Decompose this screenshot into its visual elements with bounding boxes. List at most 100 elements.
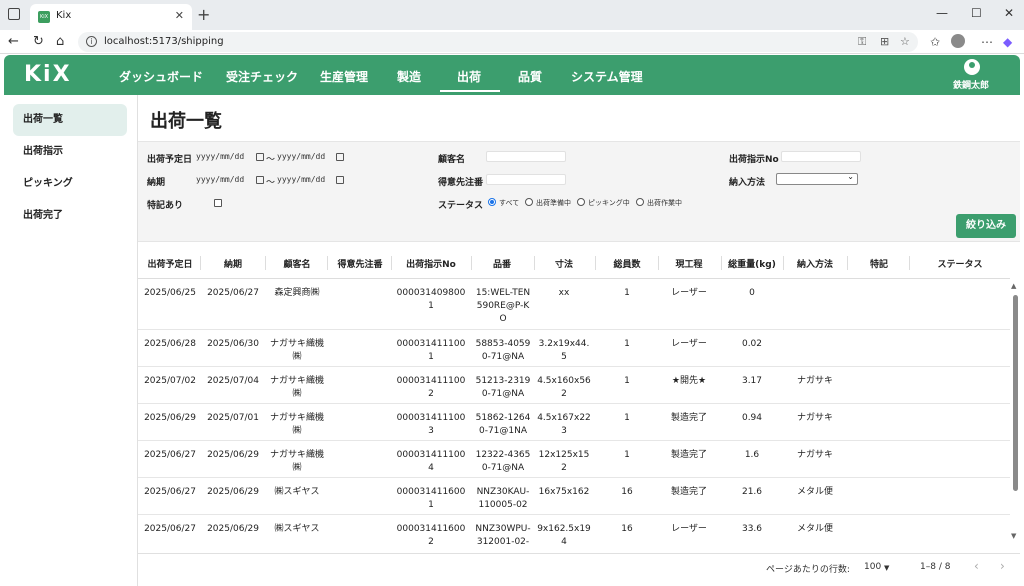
col-delivery-date[interactable]: 納期 bbox=[204, 257, 262, 270]
status-radio-picking[interactable] bbox=[577, 198, 585, 206]
cell-customer: ㈱スギヤス bbox=[274, 524, 320, 534]
calendar-icon[interactable] bbox=[256, 176, 264, 184]
nav-order-check[interactable]: 受注チェック bbox=[226, 68, 298, 85]
sidebar-item-shipping-complete[interactable]: 出荷完了 bbox=[13, 200, 127, 232]
site-info-icon[interactable]: i bbox=[86, 36, 97, 47]
special-note-checkbox[interactable] bbox=[214, 199, 222, 207]
col-special-note[interactable]: 特記 bbox=[849, 257, 909, 270]
reload-icon[interactable]: ↻ bbox=[33, 34, 44, 49]
cell-instruction-no: 0000314116001 bbox=[396, 487, 466, 510]
chevron-down-icon[interactable]: ▼ bbox=[884, 564, 889, 572]
scroll-up-icon[interactable]: ▲ bbox=[1011, 282, 1016, 290]
user-account-icon[interactable] bbox=[964, 59, 980, 75]
col-current-process[interactable]: 現工程 bbox=[660, 257, 718, 270]
calendar-icon[interactable] bbox=[336, 176, 344, 184]
status-option-label[interactable]: 出荷準備中 bbox=[536, 198, 571, 208]
table-row[interactable]: 2025/06/27 2025/06/29 ㈱スギヤス 0000314116001 NN… bbox=[138, 478, 1010, 515]
profile-avatar[interactable] bbox=[951, 34, 965, 48]
col-status[interactable]: ステータス bbox=[912, 257, 1008, 270]
cell-delivery-method: ナガサキ bbox=[796, 376, 833, 386]
planned-date-to[interactable]: yyyy/mm/dd bbox=[277, 151, 325, 163]
maximize-icon[interactable]: ☐ bbox=[971, 6, 982, 20]
customer-order-input[interactable] bbox=[486, 174, 566, 185]
rows-per-page-select[interactable]: 100 bbox=[864, 562, 881, 572]
col-customer-order[interactable]: 得意先注番 bbox=[329, 257, 391, 270]
scroll-down-icon[interactable]: ▼ bbox=[1011, 532, 1016, 540]
filter-button[interactable]: 絞り込み bbox=[956, 214, 1016, 238]
sidebar-item-picking[interactable]: ピッキング bbox=[13, 168, 127, 200]
cell-planned-date: 2025/06/28 bbox=[144, 339, 196, 349]
cell-instruction-no: 0000314111003 bbox=[396, 413, 466, 436]
copilot-icon[interactable]: ◆ bbox=[1003, 35, 1012, 49]
col-planned-date[interactable]: 出荷予定日 bbox=[144, 257, 196, 270]
minimize-icon[interactable]: — bbox=[936, 6, 948, 20]
nav-manufacturing[interactable]: 製造 bbox=[397, 68, 421, 85]
cell-planned-date: 2025/06/27 bbox=[144, 487, 196, 497]
delivery-method-select[interactable]: ⌄ bbox=[776, 172, 858, 185]
new-tab-icon[interactable]: + bbox=[197, 5, 210, 24]
table-row[interactable]: 2025/06/28 2025/06/30 ナガサキ織機㈱ 0000314111001… bbox=[138, 330, 1010, 367]
delivery-date-to[interactable]: yyyy/mm/dd bbox=[277, 174, 325, 186]
range-tilde: ～ bbox=[266, 178, 276, 188]
window-close-icon[interactable]: ✕ bbox=[1004, 6, 1014, 20]
table-row[interactable]: 2025/06/29 2025/07/01 ナガサキ織機㈱ 0000314111003… bbox=[138, 404, 1010, 441]
col-customer[interactable]: 顧客名 bbox=[268, 257, 326, 270]
status-radio-all[interactable] bbox=[488, 198, 496, 206]
table-row[interactable]: 2025/07/02 2025/07/04 ナガサキ織機㈱ 0000314111002… bbox=[138, 367, 1010, 404]
back-icon[interactable]: ← bbox=[8, 34, 19, 49]
url-field[interactable]: i localhost:5173/shipping ⚿ ⊞ ☆ bbox=[78, 32, 918, 52]
status-option-label[interactable]: ピッキング中 bbox=[588, 198, 630, 208]
nav-system[interactable]: システム管理 bbox=[571, 68, 643, 85]
cell-part-no: NNZ30KAU-110005-02 bbox=[476, 487, 530, 510]
cell-current-process: 製造完了 bbox=[670, 487, 707, 497]
sidebar-item-shipping-list[interactable]: 出荷一覧 bbox=[13, 104, 127, 136]
app-available-icon[interactable]: ⊞ bbox=[880, 35, 889, 48]
favorite-star-icon[interactable]: ☆ bbox=[900, 35, 910, 48]
customer-input[interactable] bbox=[486, 151, 566, 162]
cell-delivery-date: 2025/07/01 bbox=[207, 413, 259, 423]
home-icon[interactable]: ⌂ bbox=[56, 34, 64, 49]
table-scrollbar[interactable]: ▲ ▼ bbox=[1010, 279, 1020, 545]
cell-delivery-date: 2025/06/30 bbox=[207, 339, 259, 349]
more-menu-icon[interactable]: ⋯ bbox=[981, 35, 993, 49]
delivery-date-from[interactable]: yyyy/mm/dd bbox=[196, 174, 244, 186]
nav-dashboard[interactable]: ダッシュボード bbox=[119, 68, 203, 85]
col-part-no[interactable]: 品番 bbox=[474, 257, 530, 270]
nav-quality[interactable]: 品質 bbox=[518, 68, 542, 85]
table-row[interactable]: 2025/06/27 2025/06/29 ㈱スギヤス 0000314116002 NN… bbox=[138, 515, 1010, 545]
cell-customer: ㈱スギヤス bbox=[274, 487, 320, 497]
tab-actions-icon[interactable] bbox=[8, 8, 20, 20]
prev-page-icon[interactable]: ‹ bbox=[974, 559, 979, 573]
col-total-weight[interactable]: 総重量(kg) bbox=[724, 257, 780, 270]
status-option-label[interactable]: 出荷作業中 bbox=[647, 198, 682, 208]
scrollbar-thumb[interactable] bbox=[1013, 295, 1018, 491]
close-icon[interactable]: ✕ bbox=[175, 9, 184, 22]
col-delivery-method[interactable]: 納入方法 bbox=[785, 257, 845, 270]
col-dimensions[interactable]: 寸法 bbox=[536, 257, 592, 270]
browser-tab[interactable]: KiX Kix ✕ bbox=[30, 4, 192, 30]
user-name[interactable]: 鉄鋼太郎 bbox=[953, 78, 989, 91]
nav-shipping[interactable]: 出荷 bbox=[457, 68, 481, 85]
instruction-no-input[interactable] bbox=[781, 151, 861, 162]
delivery-method-label: 納入方法 bbox=[729, 178, 766, 188]
cell-delivery-date: 2025/06/27 bbox=[207, 288, 259, 298]
col-instruction-no[interactable]: 出荷指示No bbox=[394, 257, 468, 270]
key-icon[interactable]: ⚿ bbox=[858, 35, 866, 49]
page-title: 出荷一覧 bbox=[150, 111, 222, 132]
next-page-icon[interactable]: › bbox=[1000, 559, 1005, 573]
cell-dimensions: 4.5x160x562 bbox=[537, 376, 591, 399]
status-radio-working[interactable] bbox=[636, 198, 644, 206]
status-option-label[interactable]: すべて bbox=[499, 198, 519, 208]
nav-production[interactable]: 生産管理 bbox=[320, 68, 368, 85]
table-row[interactable]: 2025/06/25 2025/06/27 森定興商㈱ 0000314098001 15… bbox=[138, 279, 1010, 330]
status-radio-preparing[interactable] bbox=[525, 198, 533, 206]
table-row[interactable]: 2025/06/27 2025/06/29 ナガサキ織機㈱ 0000314111004… bbox=[138, 441, 1010, 478]
calendar-icon[interactable] bbox=[336, 153, 344, 161]
planned-date-from[interactable]: yyyy/mm/dd bbox=[196, 151, 244, 163]
favorites-icon[interactable]: ✩ bbox=[930, 35, 940, 49]
col-total-qty[interactable]: 総員数 bbox=[598, 257, 656, 270]
url-text[interactable]: localhost:5173/shipping bbox=[104, 36, 224, 47]
sidebar-item-shipping-instruction[interactable]: 出荷指示 bbox=[13, 136, 127, 168]
app-logo[interactable]: KiX bbox=[24, 62, 72, 87]
calendar-icon[interactable] bbox=[256, 153, 264, 161]
